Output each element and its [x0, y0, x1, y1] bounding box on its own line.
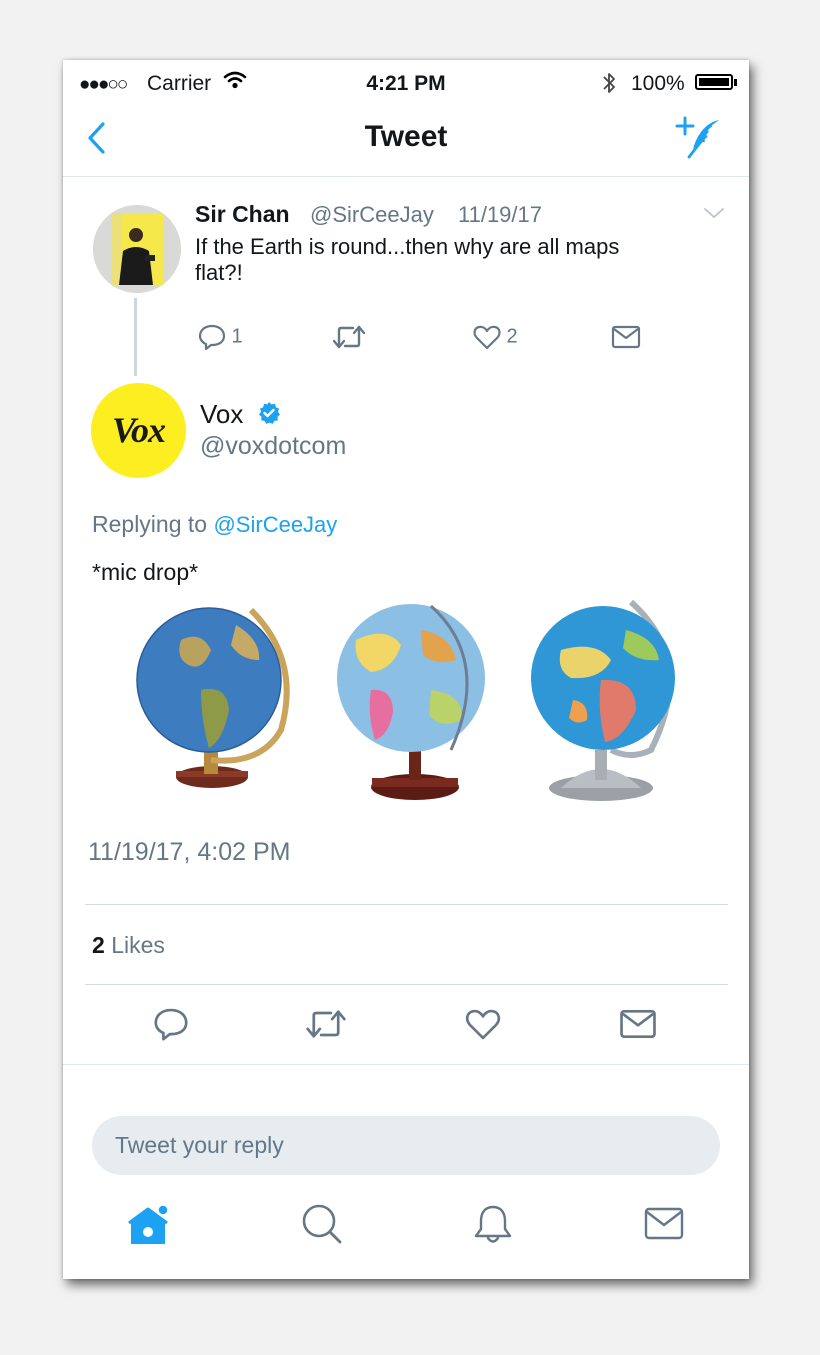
mail-icon	[611, 325, 641, 349]
parent-message-button[interactable]	[611, 322, 641, 352]
retweet-icon	[306, 1010, 346, 1038]
battery-percentage: 100%	[631, 72, 685, 95]
parent-tweet-text: If the Earth is round...then why are all…	[195, 234, 620, 285]
heart-icon	[465, 1009, 501, 1040]
status-bar: ●●●○○ Carrier 4:21 PM 100%	[63, 60, 749, 106]
replying-to-line: Replying to @SirCeeJay	[92, 511, 337, 538]
nav-divider	[63, 176, 749, 177]
replying-to-label: Replying to	[92, 511, 208, 537]
messages-icon	[644, 1207, 684, 1240]
reply-icon	[198, 324, 226, 351]
tweet-media-image[interactable]	[131, 600, 701, 812]
parent-tweet-date: 11/19/17	[458, 202, 543, 227]
retweet-button[interactable]	[304, 1005, 348, 1043]
parent-retweet-button[interactable]	[331, 322, 367, 352]
thread-line	[134, 298, 137, 376]
main-author-handle[interactable]: @voxdotcom	[200, 432, 346, 461]
divider	[85, 904, 728, 905]
phone-screen: ●●●○○ Carrier 4:21 PM 100% Tweet Sir Cha…	[63, 60, 749, 1279]
reply-button[interactable]	[152, 1005, 190, 1043]
divider	[85, 984, 728, 985]
mail-icon	[620, 1010, 656, 1038]
reply-placeholder: Tweet your reply	[115, 1132, 284, 1158]
vox-logo: Vox	[111, 410, 166, 450]
page-title: Tweet	[364, 120, 448, 153]
like-count: 2	[506, 325, 518, 348]
main-tweet-text: *mic drop*	[92, 559, 199, 585]
chevron-down-icon	[704, 208, 724, 219]
reply-count: 1	[231, 325, 243, 348]
home-icon	[128, 1204, 169, 1244]
likes-summary[interactable]: 2 Likes	[92, 932, 165, 959]
tweet-options-button[interactable]	[703, 206, 725, 220]
main-author-name[interactable]: Vox	[200, 399, 243, 430]
parent-reply-button[interactable]: 1	[197, 322, 243, 352]
reply-input[interactable]: Tweet your reply	[92, 1116, 720, 1175]
battery-icon	[695, 74, 733, 90]
tweet-timestamp: 11/19/17, 4:02 PM	[88, 838, 291, 866]
notifications-bell-icon	[474, 1205, 512, 1243]
compose-tweet-button[interactable]	[675, 115, 727, 161]
like-button[interactable]	[464, 1005, 502, 1043]
parent-like-button[interactable]: 2	[472, 322, 518, 352]
sir-chan-avatar[interactable]	[93, 205, 181, 293]
tab-notifications[interactable]	[471, 1202, 515, 1246]
vox-avatar[interactable]: Vox	[91, 383, 186, 478]
parent-author-handle[interactable]: @SirCeeJay	[310, 202, 434, 228]
reply-icon	[154, 1008, 188, 1041]
retweet-icon	[332, 325, 366, 349]
search-icon	[302, 1204, 342, 1244]
direct-message-button[interactable]	[619, 1005, 657, 1043]
divider	[63, 1064, 749, 1065]
bluetooth-icon	[601, 70, 617, 96]
likes-label: Likes	[111, 932, 165, 958]
compose-tweet-icon	[675, 116, 719, 159]
heart-icon	[473, 325, 501, 350]
parent-author-name[interactable]: Sir Chan	[195, 201, 290, 228]
likes-count: 2	[92, 932, 105, 958]
verified-badge-icon	[257, 401, 281, 425]
replying-to-link[interactable]: @SirCeeJay	[213, 512, 337, 537]
battery-nub	[734, 79, 737, 86]
tab-home[interactable]	[127, 1202, 173, 1248]
tab-messages[interactable]	[642, 1202, 688, 1246]
tab-search[interactable]	[300, 1202, 344, 1246]
